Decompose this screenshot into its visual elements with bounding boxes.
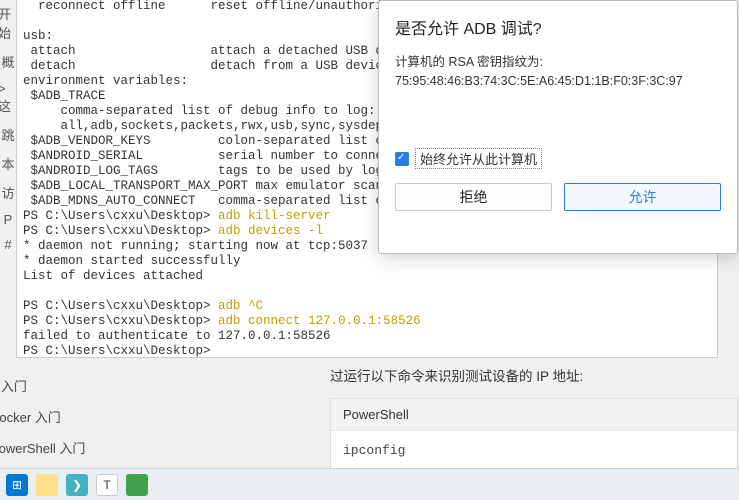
toc-item[interactable]: # 入门 — [0, 370, 85, 401]
taskbar[interactable]: ⊞ ❯ T — [0, 468, 739, 500]
always-allow-label: 始终允许从此计算机 — [415, 148, 542, 169]
gutter-item: 跳 — [1, 125, 14, 144]
code-block-body[interactable]: ipconfig — [331, 431, 737, 470]
rsa-fingerprint: 75:95:48:46:B3:74:3C:5E:A6:45:D1:1B:F0:3… — [395, 74, 721, 88]
terminal-icon[interactable]: ❯ — [66, 474, 88, 496]
checkbox-icon[interactable] — [395, 152, 409, 166]
gutter-item: P — [4, 212, 13, 227]
start-icon[interactable]: ⊞ — [6, 474, 28, 496]
code-block-title: PowerShell — [331, 399, 737, 431]
doc-paragraph: 过运行以下命令来识别测试设备的 IP 地址: — [330, 366, 738, 388]
code-block: PowerShell ipconfig — [330, 398, 738, 471]
gutter-item: 概 — [1, 52, 14, 71]
toc-item[interactable]: Docker 入门 — [0, 401, 85, 432]
always-allow-row[interactable]: 始终允许从此计算机 — [395, 148, 721, 169]
gutter-item: 本 — [1, 154, 14, 173]
deny-button[interactable]: 拒绝 — [395, 183, 552, 211]
dialog-subtitle: 计算机的 RSA 密钥指纹为: — [395, 51, 721, 70]
android-icon[interactable] — [126, 474, 148, 496]
dialog-title: 是否允许 ADB 调试? — [395, 15, 721, 39]
gutter-item: # — [4, 237, 11, 252]
files-icon[interactable] — [36, 474, 58, 496]
toc-item[interactable]: PowerShell 入门 — [0, 432, 85, 463]
allow-button[interactable]: 允许 — [564, 183, 721, 211]
text-icon[interactable]: T — [96, 474, 118, 496]
adb-auth-dialog: 是否允许 ADB 调试? 计算机的 RSA 密钥指纹为: 75:95:48:46… — [378, 0, 738, 254]
gutter-item: 访 — [1, 183, 14, 202]
